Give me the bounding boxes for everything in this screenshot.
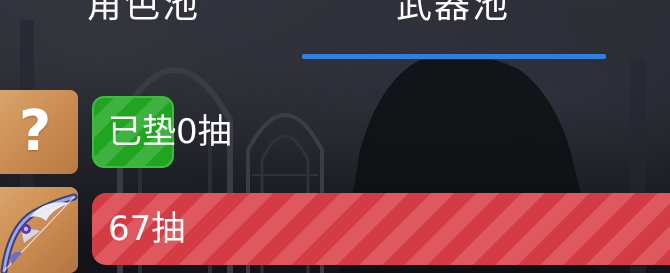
pity-count-text: 已垫0抽 [108, 112, 232, 152]
pull-count-text: 67抽 [108, 209, 186, 249]
question-mark-icon: ? [0, 90, 78, 174]
bow-weapon-icon [0, 187, 78, 273]
tab-character-pool-label: 角色池 [86, 0, 201, 26]
tab-weapon-pool-label: 武器池 [396, 0, 511, 26]
tab-character-pool[interactable]: 角色池 [86, 0, 200, 28]
tab-weapon-pool[interactable]: 武器池 [396, 0, 510, 28]
active-tab-indicator [302, 54, 606, 59]
bow-weapon-drawing [0, 193, 78, 273]
question-mark-glyph: ? [18, 99, 52, 164]
gacha-pity-panel: 角色池 武器池 ? 已垫0抽 67抽 [0, 0, 670, 273]
